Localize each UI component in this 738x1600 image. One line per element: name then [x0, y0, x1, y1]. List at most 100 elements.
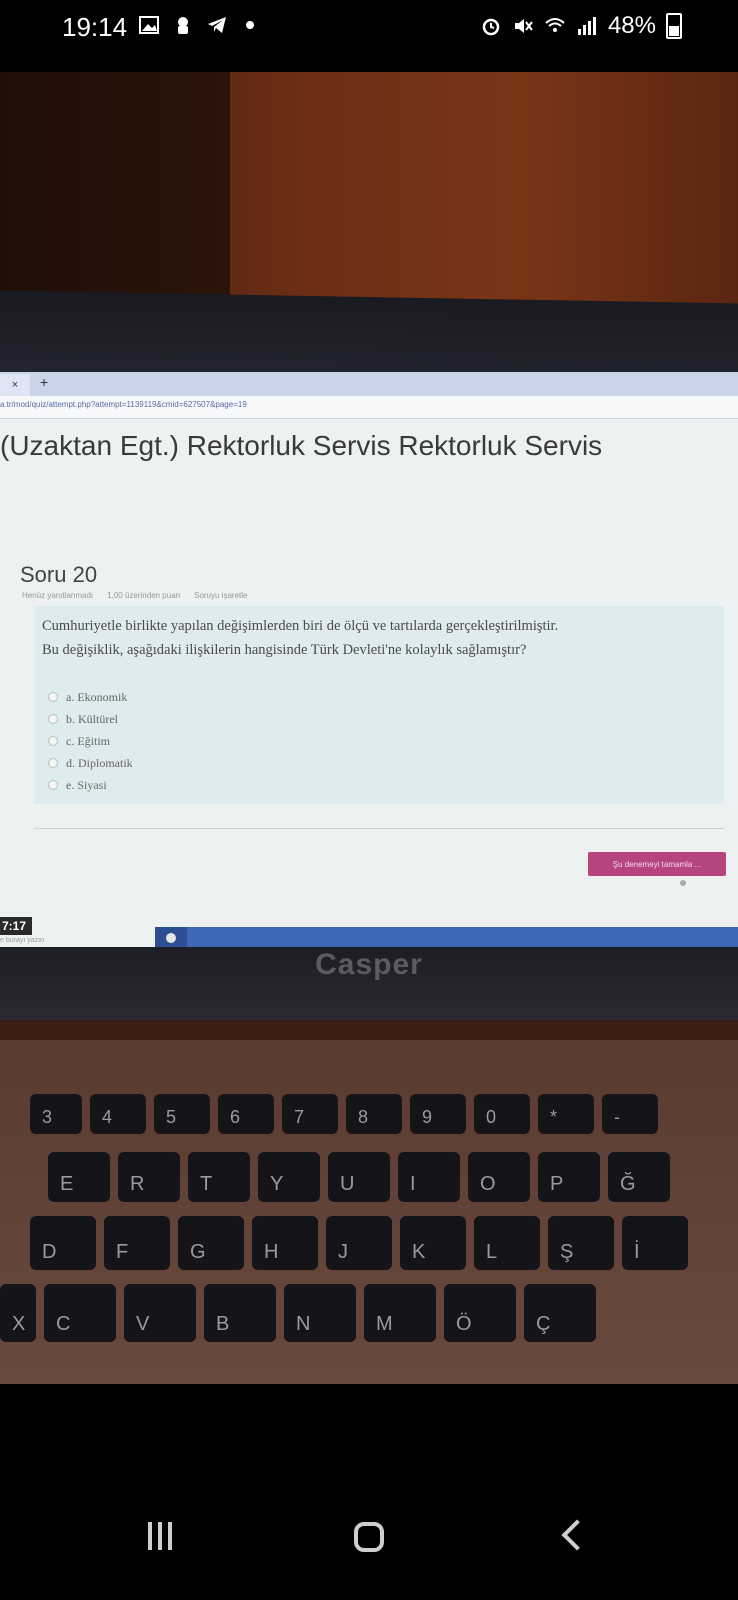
key: - — [602, 1094, 658, 1134]
key: * — [538, 1094, 594, 1134]
key: L — [474, 1216, 540, 1270]
laptop-keyboard: 3 4 5 6 7 8 9 0 * - E R T Y U I O P Ğ D … — [0, 1040, 738, 1384]
gallery-icon — [139, 16, 159, 34]
option-e[interactable]: e. Siyasi — [48, 774, 133, 796]
question-box: Cumhuriyetle birlikte yapılan değişimler… — [34, 606, 724, 804]
question-text-line1: Cumhuriyetle birlikte yapılan değişimler… — [42, 618, 559, 634]
question-points: 1,00 üzerinden puan — [107, 591, 181, 600]
key: K — [400, 1216, 466, 1270]
status-right-icons: 48% — [480, 12, 682, 40]
key: N — [284, 1284, 356, 1342]
recent-apps-button[interactable] — [148, 1522, 172, 1550]
back-button[interactable] — [561, 1519, 593, 1551]
question-meta: Henüz yanıtlanmadı 1,00 üzerinden puan S… — [22, 591, 247, 600]
key: X — [0, 1284, 36, 1342]
option-c[interactable]: c. Eğitim — [48, 730, 133, 752]
close-tab-icon[interactable]: × — [12, 379, 18, 391]
key: Ğ — [608, 1152, 670, 1202]
alarm-icon — [482, 18, 500, 36]
battery-percent: 48% — [607, 12, 656, 39]
option-label[interactable]: d. Diplomatik — [66, 756, 133, 771]
question-status: Henüz yanıtlanmadı — [22, 591, 94, 600]
question-text-line2: Bu değişiklik, aşağıdaki ilişkilerin han… — [42, 642, 527, 658]
key: 8 — [346, 1094, 402, 1134]
key: Y — [258, 1152, 320, 1202]
keyboard-row-2: E R T Y U I O P Ğ — [48, 1152, 670, 1202]
key: Ş — [548, 1216, 614, 1270]
chrome-icon — [166, 933, 176, 943]
key: P — [538, 1152, 600, 1202]
recent-apps-icon — [168, 1522, 172, 1550]
key: 6 — [218, 1094, 274, 1134]
browser-tab[interactable]: × — [0, 374, 30, 396]
recent-apps-icon — [148, 1522, 152, 1550]
radio-button[interactable] — [48, 780, 58, 790]
radio-button[interactable] — [48, 692, 58, 702]
flag-question-link[interactable]: Soruyu işaretle — [194, 591, 247, 600]
status-bar: 19:14 48% — [0, 0, 738, 60]
divider — [34, 828, 724, 829]
telegram-icon — [208, 17, 226, 33]
question-text: Cumhuriyetle birlikte yapılan değişimler… — [42, 614, 722, 662]
key: V — [124, 1284, 196, 1342]
radio-button[interactable] — [48, 758, 58, 768]
keyboard-row-1: 3 4 5 6 7 8 9 0 * - — [30, 1094, 658, 1134]
key: 7 — [282, 1094, 338, 1134]
key: T — [188, 1152, 250, 1202]
key: 5 — [154, 1094, 210, 1134]
cleaner-icon — [178, 17, 188, 34]
option-label[interactable]: b. Kültürel — [66, 712, 118, 727]
key: C — [44, 1284, 116, 1342]
key: I — [398, 1152, 460, 1202]
key: 4 — [90, 1094, 146, 1134]
windows-taskbar — [155, 927, 738, 947]
laptop-screen: × + a.tr/mod/quiz/attempt.php?attempt=11… — [0, 372, 738, 947]
answer-options: a. Ekonomik b. Kültürel c. Eğitim d. Dip… — [48, 686, 133, 796]
option-label[interactable]: c. Eğitim — [66, 734, 110, 749]
option-label[interactable]: a. Ekonomik — [66, 690, 127, 705]
key: R — [118, 1152, 180, 1202]
key: Ö — [444, 1284, 516, 1342]
battery-icon — [666, 13, 682, 39]
key: M — [364, 1284, 436, 1342]
keyboard-row-4: X C V B N M Ö Ç — [0, 1284, 596, 1342]
key: D — [30, 1216, 96, 1270]
key: 0 — [474, 1094, 530, 1134]
radio-button[interactable] — [48, 736, 58, 746]
mute-icon — [514, 19, 533, 33]
android-nav-bar — [0, 1500, 738, 1600]
url-text[interactable]: a.tr/mod/quiz/attempt.php?attempt=113911… — [0, 400, 247, 409]
key: İ — [622, 1216, 688, 1270]
option-label[interactable]: e. Siyasi — [66, 778, 107, 793]
key: G — [178, 1216, 244, 1270]
finish-attempt-button[interactable]: Şu denemeyi tamamla ... — [588, 852, 726, 876]
status-time: 19:14 — [62, 12, 128, 42]
taskbar-app-button[interactable] — [155, 927, 187, 947]
browser-tab-bar: × + — [0, 372, 738, 396]
key: O — [468, 1152, 530, 1202]
key: U — [328, 1152, 390, 1202]
taskbar-search-label[interactable]: e burayı yazın — [0, 937, 44, 944]
key: B — [204, 1284, 276, 1342]
key: H — [252, 1216, 318, 1270]
signal-icon — [577, 17, 596, 35]
clipped-heading: ━━━━━━━━━━━━━━━━━━━━━━━━━━━━━━━━━━━━━━━━… — [0, 414, 738, 424]
question-heading: Soru 20 — [20, 562, 98, 587]
course-title: (Uzaktan Egt.) Rektorluk Servis Rektorlu… — [0, 430, 603, 461]
option-d[interactable]: d. Diplomatik — [48, 752, 133, 774]
status-left-icons — [138, 14, 254, 36]
key: Ç — [524, 1284, 596, 1342]
recent-apps-icon — [158, 1522, 162, 1550]
quiz-timer: 7:17 — [0, 917, 32, 935]
key: E — [48, 1152, 110, 1202]
key: 3 — [30, 1094, 82, 1134]
option-a[interactable]: a. Ekonomik — [48, 686, 133, 708]
wifi-icon — [545, 18, 565, 32]
radio-button[interactable] — [48, 714, 58, 724]
laptop-brand-logo: Casper — [315, 948, 423, 981]
key: J — [326, 1216, 392, 1270]
home-button[interactable] — [354, 1522, 384, 1552]
new-tab-button[interactable]: + — [40, 374, 48, 390]
option-b[interactable]: b. Kültürel — [48, 708, 133, 730]
key: F — [104, 1216, 170, 1270]
